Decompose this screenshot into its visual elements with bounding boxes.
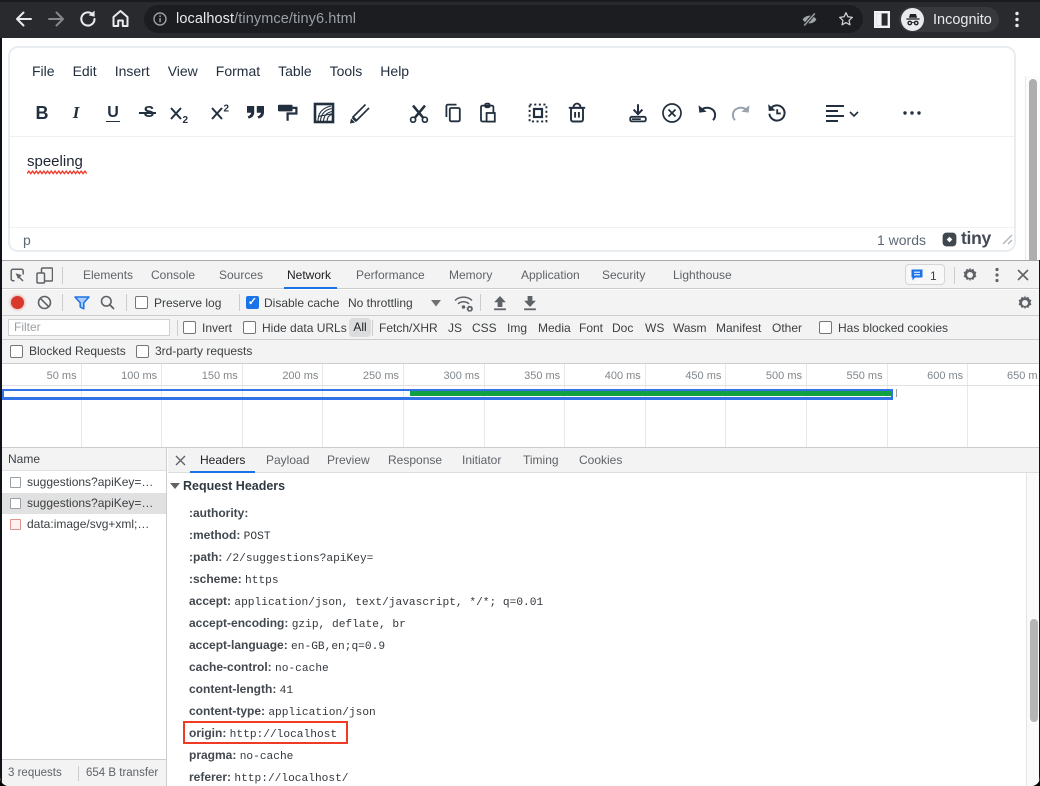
svg-text:2: 2 xyxy=(183,115,189,126)
svg-text:2: 2 xyxy=(224,104,230,115)
